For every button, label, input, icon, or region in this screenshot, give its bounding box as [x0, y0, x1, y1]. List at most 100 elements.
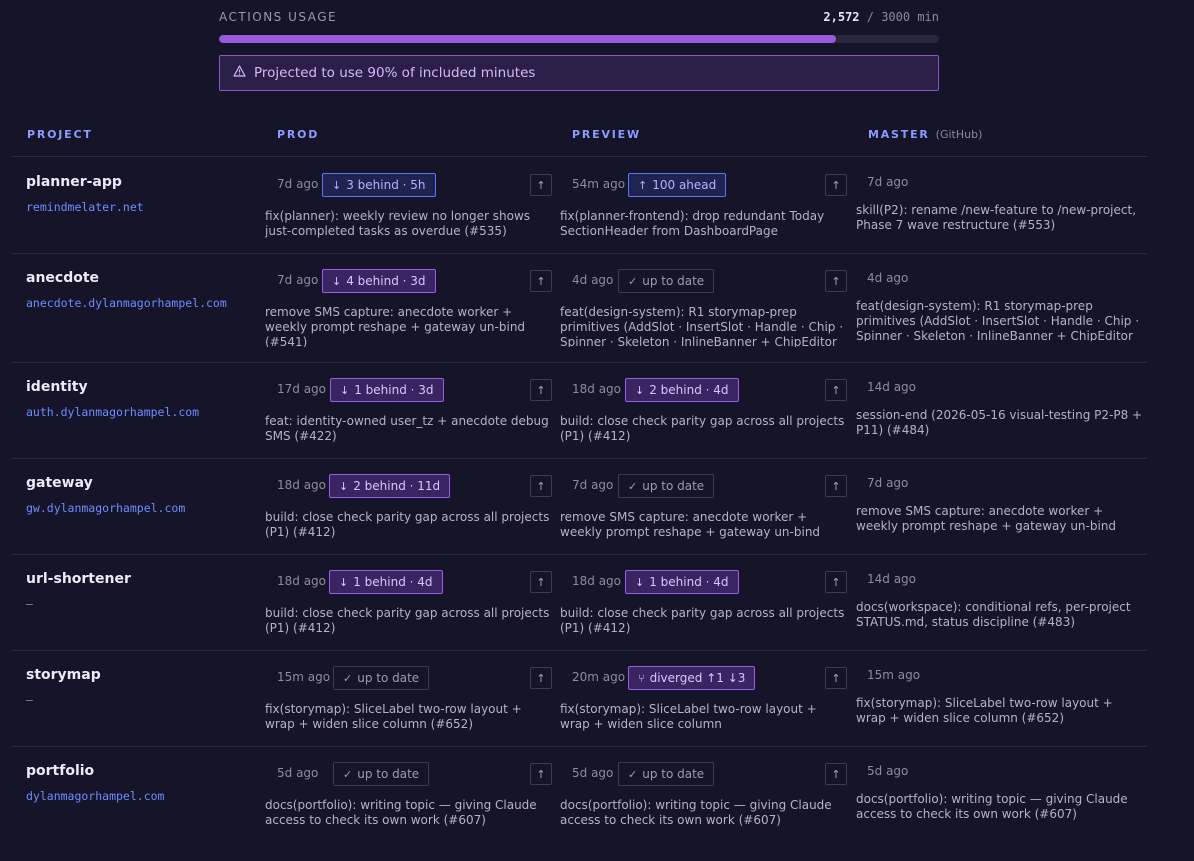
prod-promote-button[interactable]: ↑ [530, 667, 552, 689]
project-url-link[interactable]: dylanmagorhampel.com [26, 789, 164, 803]
prod-status-text: up to date [357, 767, 420, 781]
preview-deployed-ago: 54m ago [572, 177, 626, 191]
usage-count: 2,572 / 3000 min [823, 10, 939, 24]
usage-warning-text: Projected to use 90% of included minutes [254, 65, 536, 81]
prod-promote-button[interactable]: ↑ [530, 763, 552, 785]
arrow-up-icon: ↑ [536, 575, 546, 589]
preview-promote-button[interactable]: ↑ [825, 174, 847, 196]
prod-commit-message: remove SMS capture: anecdote worker + we… [265, 305, 526, 347]
preview-deployed-ago: 4d ago [572, 273, 614, 287]
project-name[interactable]: anecdote [26, 270, 99, 286]
prod-promote-button[interactable]: ↑ [530, 270, 552, 292]
preview-commit-message: remove SMS capture: anecdote worker + we… [560, 510, 821, 539]
prod-status-badge: ✓ up to date [333, 762, 430, 786]
arrow-up-icon: ↑ [831, 479, 841, 493]
prod-deployed-ago: 17d ago [277, 382, 327, 396]
master-updated-ago: 4d ago [867, 271, 909, 285]
arrow-up-icon: ↑ [831, 767, 841, 781]
prod-commit-message: build: close check parity gap across all… [265, 510, 550, 539]
arrow-up-icon: ↑ [831, 671, 841, 685]
preview-promote-button[interactable]: ↑ [825, 270, 847, 292]
master-updated-ago: 14d ago [867, 380, 917, 394]
arrow-down-icon: ↓ [340, 383, 350, 397]
master-updated-ago: 7d ago [867, 175, 909, 189]
preview-promote-button[interactable]: ↑ [825, 667, 847, 689]
preview-commit-message: build: close check parity gap across all… [560, 414, 845, 443]
preview-status-text: 100 ahead [652, 178, 717, 192]
prod-status-badge: ↓ 2 behind · 11d [329, 474, 451, 498]
prod-status-text: 1 behind · 4d [353, 575, 433, 589]
preview-promote-button[interactable]: ↑ [825, 475, 847, 497]
arrow-up-icon: ↑ [831, 383, 841, 397]
preview-status-text: 1 behind · 4d [649, 575, 729, 589]
preview-status-text: 2 behind · 4d [649, 383, 729, 397]
project-url-empty: — [26, 597, 33, 611]
preview-deployed-ago: 7d ago [572, 478, 614, 492]
preview-commit-message: docs(portfolio): writing topic — giving … [560, 798, 832, 827]
master-updated-ago: 5d ago [867, 764, 909, 778]
arrow-up-icon: ↑ [536, 671, 546, 685]
arrow-down-icon: ↓ [339, 479, 349, 493]
master-updated-ago: 15m ago [867, 668, 921, 682]
project-name[interactable]: portfolio [26, 763, 94, 779]
prod-status-badge: ↓ 1 behind · 3d [330, 378, 444, 402]
table-row: gateway gw.dylanmagorhampel.com 18d ago ↓ 2 … [0, 458, 1194, 555]
project-url-link[interactable]: auth.dylanmagorhampel.com [26, 405, 199, 419]
preview-status-text: diverged ↑1 ↓3 [649, 671, 746, 685]
arrow-up-icon: ↑ [831, 575, 841, 589]
prod-promote-button[interactable]: ↑ [530, 174, 552, 196]
prod-status-text: up to date [357, 671, 420, 685]
master-commit-message: fix(storymap): SliceLabel two-row layout… [856, 696, 1113, 725]
prod-promote-button[interactable]: ↑ [530, 379, 552, 401]
preview-status-badge: ✓ up to date [618, 762, 715, 786]
prod-deployed-ago: 15m ago [277, 670, 331, 684]
prod-promote-button[interactable]: ↑ [530, 475, 552, 497]
prod-deployed-ago: 18d ago [277, 478, 327, 492]
preview-status-text: up to date [642, 767, 705, 781]
arrow-down-icon: ↓ [332, 274, 342, 288]
preview-promote-button[interactable]: ↑ [825, 763, 847, 785]
preview-deployed-ago: 20m ago [572, 670, 626, 684]
preview-promote-button[interactable]: ↑ [825, 379, 847, 401]
project-name[interactable]: storymap [26, 667, 101, 683]
prod-status-badge: ↓ 4 behind · 3d [322, 269, 436, 293]
preview-promote-button[interactable]: ↑ [825, 571, 847, 593]
prod-commit-message: fix(storymap): SliceLabel two-row layout… [265, 702, 522, 731]
usage-progress-bar [219, 35, 939, 43]
table-row: portfolio dylanmagorhampel.com 5d ago ✓ up t… [0, 746, 1194, 842]
prod-status-text: 4 behind · 3d [346, 274, 426, 288]
project-name[interactable]: gateway [26, 475, 93, 491]
prod-deployed-ago: 5d ago [277, 766, 319, 780]
actions-usage-panel: ACTIONS USAGE 2,572 / 3000 min Projected… [219, 8, 939, 91]
prod-status-text: 1 behind · 3d [354, 383, 434, 397]
table-row: anecdote anecdote.dylanmagorhampel.com 7d … [0, 253, 1194, 363]
preview-commit-message: fix(planner-frontend): drop redundant To… [560, 209, 825, 238]
usage-limit: / 3000 min [866, 10, 939, 24]
project-url-link[interactable]: anecdote.dylanmagorhampel.com [26, 296, 227, 310]
arrow-down-icon: ↓ [635, 383, 645, 397]
project-name[interactable]: url-shortener [26, 571, 131, 587]
arrow-up-icon: ↑ [638, 178, 648, 192]
project-url-link[interactable]: remindmelater.net [26, 200, 144, 214]
project-name[interactable]: planner-app [26, 174, 122, 190]
master-commit-message: feat(design-system): R1 storymap-prep pr… [856, 299, 1140, 341]
master-commit-message: docs(portfolio): writing topic — giving … [856, 792, 1128, 821]
arrow-up-icon: ↑ [536, 479, 546, 493]
project-url-link[interactable]: gw.dylanmagorhampel.com [26, 501, 185, 515]
preview-status-badge: ↑ 100 ahead [628, 173, 727, 197]
master-note: (GitHub) [935, 128, 983, 141]
preview-status-text: up to date [642, 479, 705, 493]
prod-deployed-ago: 7d ago [277, 177, 319, 191]
prod-deployed-ago: 7d ago [277, 273, 319, 287]
preview-status-badge: ↓ 2 behind · 4d [625, 378, 739, 402]
preview-status-badge: ↓ 1 behind · 4d [625, 570, 739, 594]
usage-used: 2,572 [823, 10, 860, 24]
prod-commit-message: docs(portfolio): writing topic — giving … [265, 798, 537, 827]
arrow-down-icon: ↓ [635, 575, 645, 589]
prod-status-badge: ↓ 1 behind · 4d [329, 570, 443, 594]
arrow-down-icon: ↓ [339, 575, 349, 589]
project-name[interactable]: identity [26, 379, 88, 395]
prod-status-badge: ↓ 3 behind · 5h [322, 173, 436, 197]
prod-promote-button[interactable]: ↑ [530, 571, 552, 593]
preview-commit-message: build: close check parity gap across all… [560, 606, 845, 635]
